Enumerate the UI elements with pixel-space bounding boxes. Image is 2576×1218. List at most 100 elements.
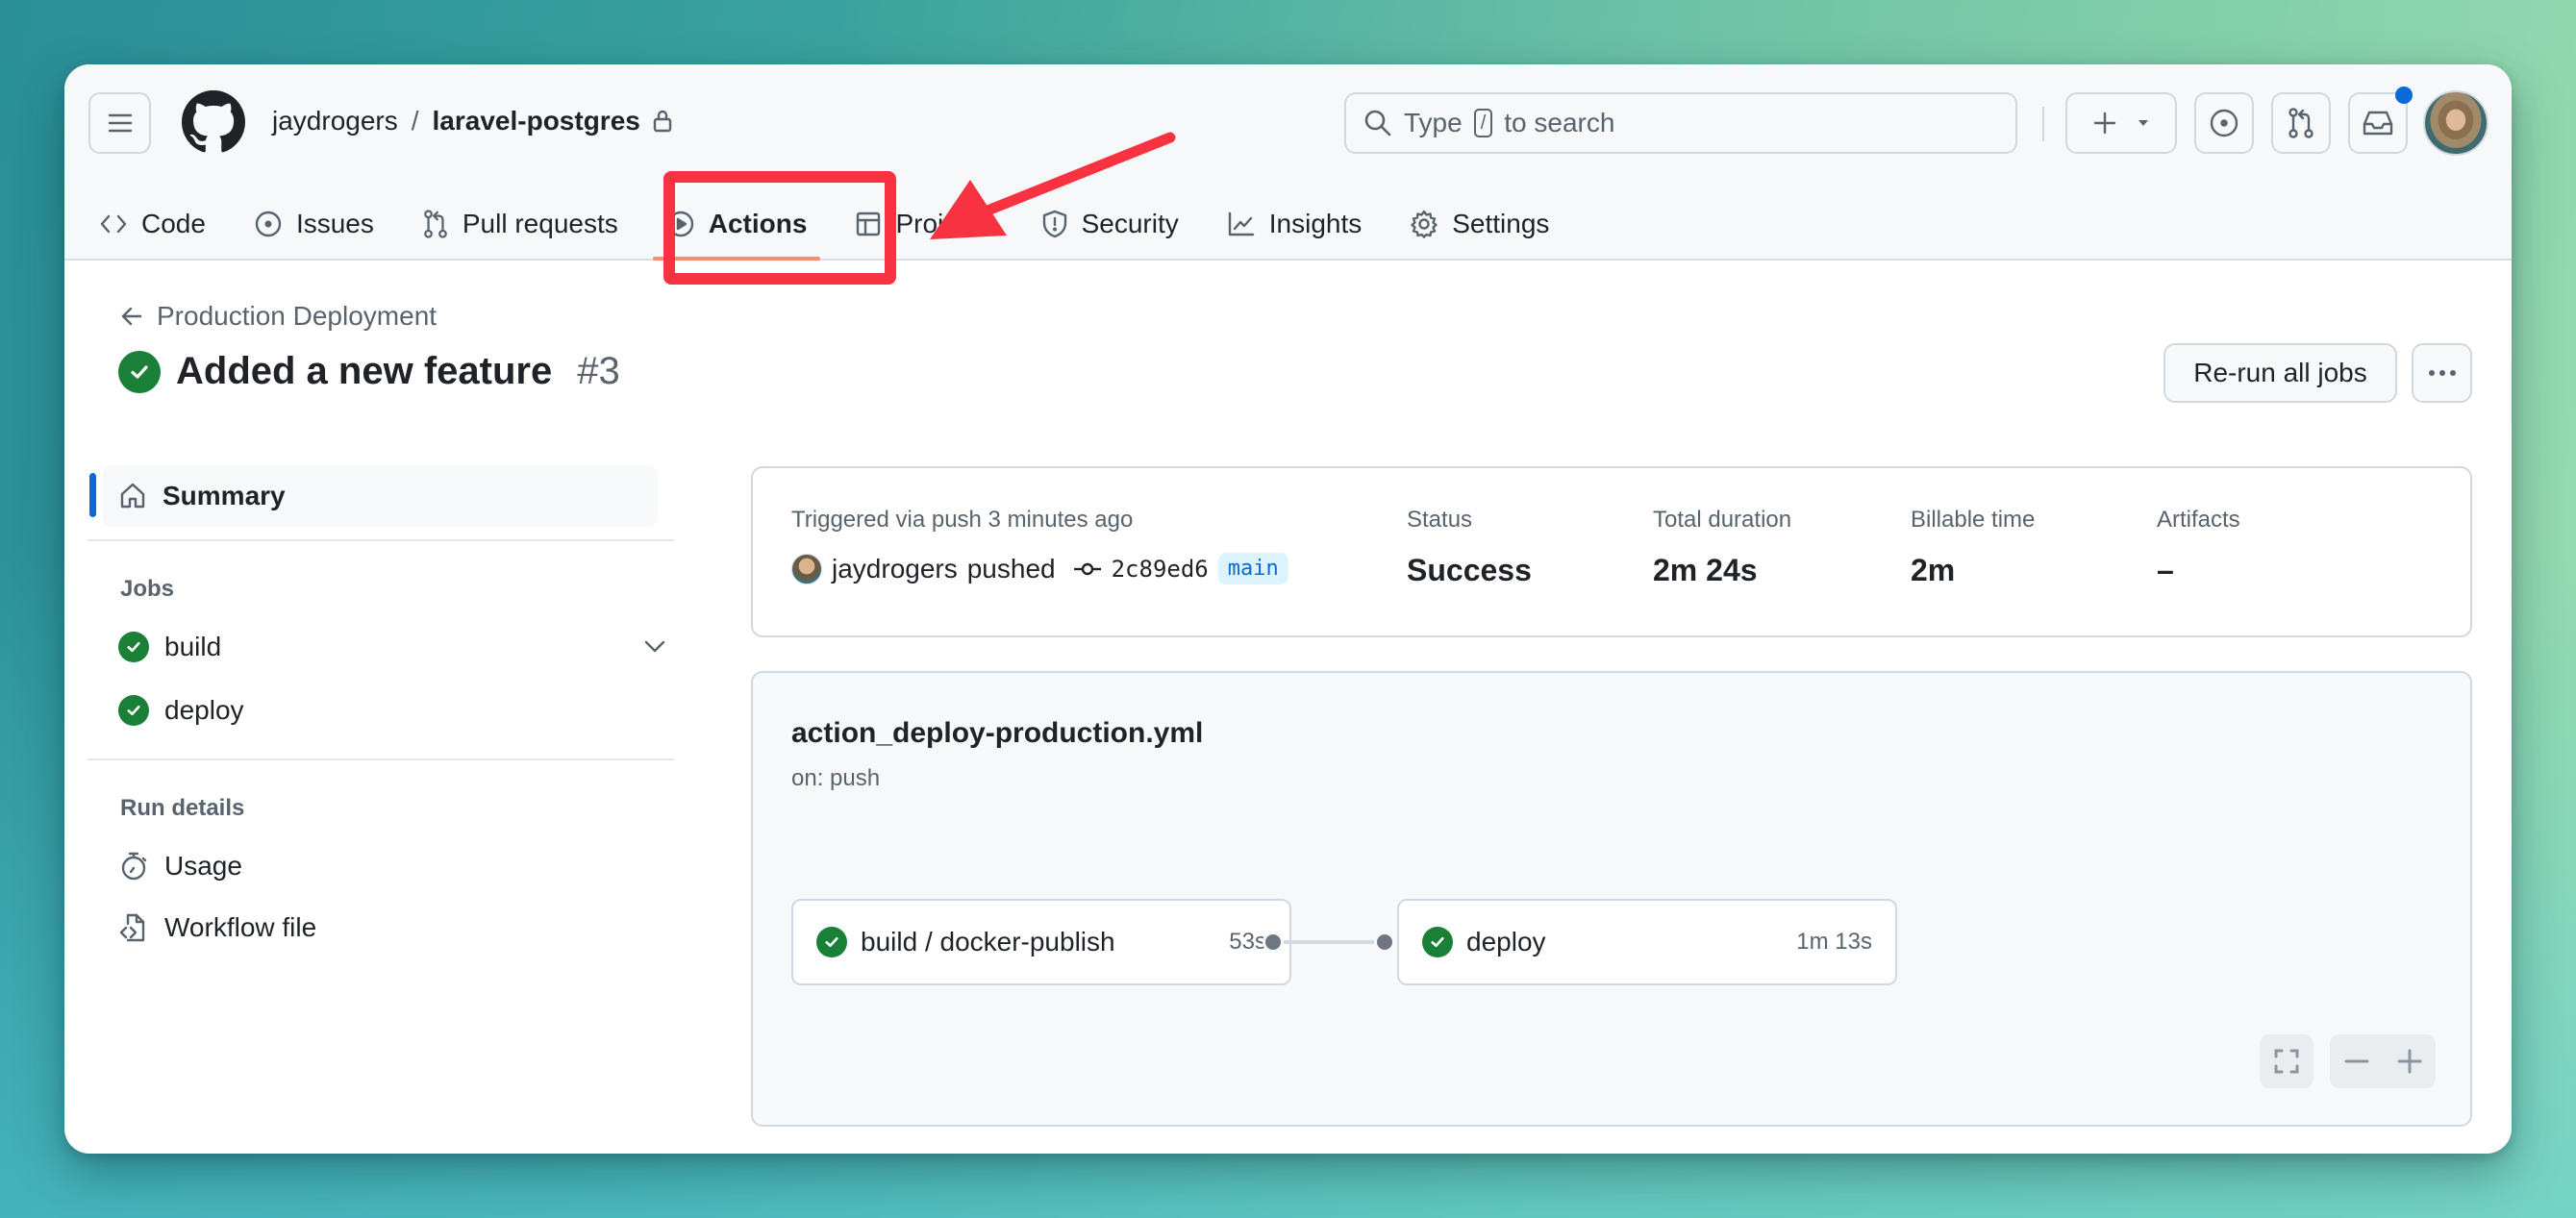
check-circle-fill-icon [1422, 927, 1453, 957]
rerun-all-jobs-button[interactable]: Re-run all jobs [2163, 343, 2397, 403]
branch-badge[interactable]: main [1217, 553, 1288, 584]
caret-down-icon [2138, 120, 2148, 126]
git-commit-icon [1073, 562, 1101, 575]
billable-label: Billable time [1911, 507, 2036, 533]
annotation-highlight-box [663, 171, 896, 285]
screen-full-icon [2274, 1049, 2299, 1074]
tab-pull-requests[interactable]: Pull requests [422, 187, 618, 261]
menu-button[interactable] [88, 92, 151, 154]
more-options-button[interactable] [2412, 343, 2472, 403]
lock-icon [653, 110, 672, 133]
search-placeholder-prefix: Type [1404, 108, 1463, 137]
repo-name-link[interactable]: laravel-postgres [433, 106, 640, 137]
zoom-in-button[interactable] [2383, 1034, 2436, 1088]
trigger-details: jaydrogers pushed 2c89ed6 main [791, 553, 1288, 584]
stopwatch-icon [121, 852, 147, 881]
run-title-text: Added a new feature [176, 350, 553, 392]
sidebar-job-deploy[interactable]: deploy [118, 695, 244, 726]
issues-button[interactable] [2194, 92, 2254, 154]
workflow-trigger: on: push [791, 765, 881, 791]
sidebar-item-label: Usage [164, 851, 242, 881]
search-input[interactable]: Type / to search [1344, 92, 2017, 154]
repo-owner-link[interactable]: jaydrogers [272, 106, 398, 137]
create-new-button[interactable] [2065, 92, 2177, 154]
sidebar-item-usage[interactable]: Usage [118, 851, 242, 882]
breadcrumb-separator: / [411, 106, 419, 136]
sidebar-item-label: deploy [164, 695, 244, 725]
minus-icon [2344, 1059, 2368, 1063]
sidebar-item-summary[interactable]: Summary [103, 465, 658, 527]
tab-insights[interactable]: Insights [1227, 187, 1363, 261]
trigger-text: Triggered via push 3 minutes ago [791, 507, 1134, 533]
github-logo[interactable] [182, 90, 245, 159]
sidebar-divider [88, 758, 674, 760]
artifacts-label: Artifacts [2157, 507, 2240, 533]
header-divider [2042, 107, 2044, 141]
job-name: deploy [1466, 927, 1546, 957]
active-indicator [89, 473, 96, 517]
back-to-workflow-link[interactable]: Production Deployment [120, 301, 437, 332]
back-link-label: Production Deployment [157, 301, 438, 331]
run-summary-card: Triggered via push 3 minutes ago jaydrog… [751, 466, 2472, 637]
connector-dot-out [1263, 932, 1284, 953]
gear-icon [1411, 210, 1438, 238]
hamburger-icon [108, 113, 132, 133]
file-code-icon [119, 913, 145, 942]
commit-sha-link[interactable]: 2c89ed6 [1112, 556, 1209, 583]
workflow-job-build[interactable]: build / docker-publish 53s [791, 899, 1291, 985]
jobs-heading: Jobs [120, 576, 175, 602]
job-duration: 53s [1229, 929, 1266, 955]
tab-label: Code [141, 209, 206, 238]
artifacts-value: – [2157, 553, 2174, 587]
check-circle-fill-icon [118, 695, 149, 726]
status-value: Success [1407, 553, 1532, 587]
kebab-horizontal-icon [2428, 370, 2456, 376]
sidebar-item-workflow-file[interactable]: Workflow file [118, 912, 316, 943]
annotation-arrow-icon [930, 132, 1176, 239]
code-icon [100, 214, 127, 234]
tab-label: Settings [1452, 209, 1550, 238]
repo-breadcrumb: jaydrogers / laravel-postgres [272, 106, 673, 137]
zoom-out-button[interactable] [2330, 1034, 2383, 1088]
tab-label: Issues [295, 209, 374, 238]
graph-icon [1228, 211, 1254, 236]
home-icon [120, 483, 145, 509]
job-duration: 1m 13s [1796, 929, 1872, 955]
duration-label: Total duration [1653, 507, 1792, 533]
actor-link[interactable]: jaydrogers [832, 554, 958, 584]
chevron-down-icon[interactable] [643, 639, 666, 655]
browser-window: jaydrogers / laravel-postgres Type / to … [64, 64, 2512, 1154]
trigger-action: pushed [966, 553, 1056, 584]
search-placeholder-suffix: to search [1504, 108, 1615, 137]
github-mark-icon [182, 90, 245, 153]
plus-icon [2397, 1049, 2421, 1074]
tab-label: Insights [1268, 209, 1363, 238]
billable-value[interactable]: 2m [1911, 553, 1955, 588]
actor-avatar[interactable] [791, 553, 822, 584]
run-details-heading: Run details [120, 795, 245, 821]
issue-opened-icon [2210, 109, 2238, 137]
tab-code[interactable]: Code [99, 187, 206, 261]
job-name: build / docker-publish [861, 927, 1115, 957]
inbox-icon [2363, 111, 2393, 136]
sidebar-item-label: Workflow file [164, 912, 317, 942]
zoom-controls [2330, 1034, 2436, 1088]
check-circle-fill-icon [118, 350, 161, 393]
workflow-job-deploy[interactable]: deploy 1m 13s [1397, 899, 1897, 985]
search-icon [1364, 110, 1391, 137]
tab-settings[interactable]: Settings [1410, 187, 1549, 261]
tab-issues[interactable]: Issues [254, 187, 374, 261]
duration-value: 2m 24s [1653, 553, 1758, 587]
search-shortcut-key: / [1473, 109, 1493, 137]
fullscreen-button[interactable] [2260, 1034, 2313, 1088]
notification-indicator [2395, 87, 2413, 104]
run-number: #3 [577, 350, 620, 392]
sidebar-divider [88, 539, 674, 541]
workflow-graph-card: action_deploy-production.yml on: push bu… [751, 671, 2472, 1127]
user-avatar[interactable] [2423, 90, 2488, 156]
git-pull-request-icon [424, 210, 447, 238]
pull-requests-button[interactable] [2271, 92, 2331, 154]
job-connector [1272, 940, 1382, 944]
sidebar-job-build[interactable]: build [118, 632, 666, 662]
git-pull-request-icon [2288, 108, 2313, 138]
